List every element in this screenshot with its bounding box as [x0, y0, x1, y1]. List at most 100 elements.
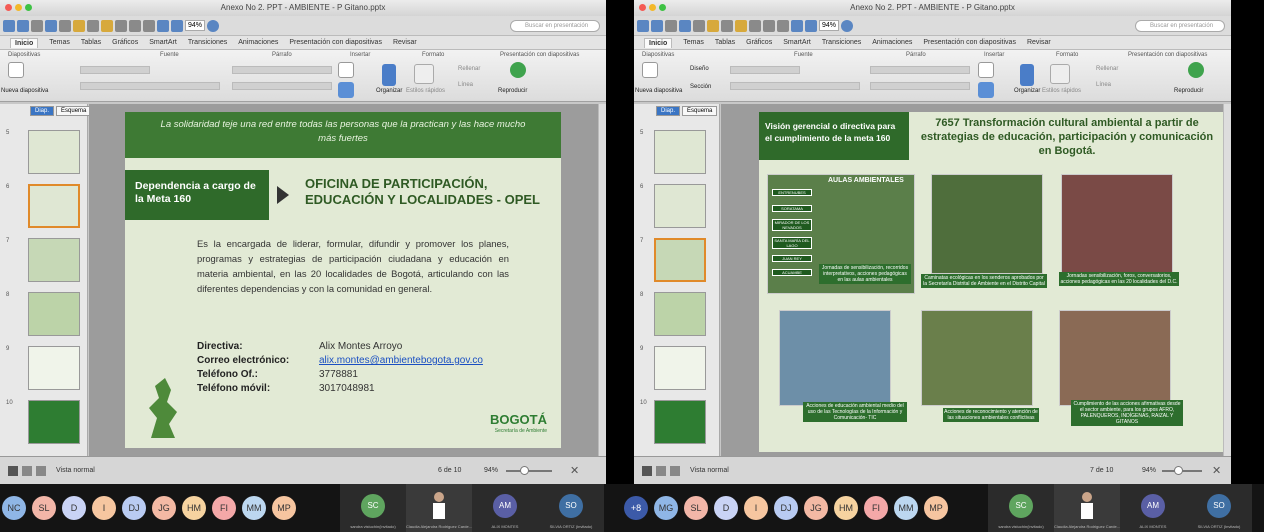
tab-presentacion[interactable]: Presentación con diapositivas: [289, 39, 382, 46]
participant-avatar[interactable]: DJ: [774, 496, 798, 520]
arrange-icon[interactable]: [1020, 64, 1034, 86]
new-slide-icon[interactable]: [642, 62, 658, 78]
tab-revisar[interactable]: Revisar: [1027, 39, 1051, 46]
cut-icon[interactable]: [707, 19, 719, 32]
sidebar-icon[interactable]: [805, 19, 817, 32]
email-link[interactable]: alix.montes@ambientebogota.gov.co: [319, 354, 483, 368]
more-participants-badge[interactable]: +8: [624, 496, 648, 520]
quick-styles-button[interactable]: Estilos rápidos: [1042, 88, 1081, 94]
tab-presentacion[interactable]: Presentación con diapositivas: [923, 39, 1016, 46]
paragraph-row[interactable]: [870, 66, 970, 74]
slide-thumbnail-6[interactable]: [654, 184, 706, 228]
zoom-select[interactable]: 94%: [185, 20, 206, 31]
tab-inicio[interactable]: Inicio: [10, 37, 39, 48]
participant-avatar[interactable]: MM: [242, 496, 266, 520]
participant-avatar[interactable]: SL: [684, 496, 708, 520]
play-button[interactable]: Reproducir: [498, 88, 527, 94]
participant-avatar[interactable]: MM: [894, 496, 918, 520]
arrange-button[interactable]: Organizar: [376, 88, 402, 94]
vertical-scrollbar[interactable]: [598, 104, 606, 456]
open-icon[interactable]: [31, 19, 43, 32]
font-format-row[interactable]: [80, 82, 220, 90]
video-tile[interactable]: SO SILVIA ORTIZ (Invitado): [538, 484, 604, 532]
line-button[interactable]: Línea: [1096, 82, 1111, 88]
notes-view-icon[interactable]: [670, 466, 680, 476]
new-slide-button[interactable]: Nueva diapositiva: [635, 88, 682, 94]
fill-button[interactable]: Rellenar: [458, 66, 480, 72]
tab-graficos[interactable]: Gráficos: [746, 39, 772, 46]
gallery-icon[interactable]: [157, 19, 169, 32]
sidebar-icon[interactable]: [171, 19, 183, 32]
textbox-icon[interactable]: [978, 62, 994, 78]
gallery-icon[interactable]: [791, 19, 803, 32]
video-tile[interactable]: SC sandra vistuchin(invitado): [340, 484, 406, 532]
slide-thumbnail-7[interactable]: [654, 238, 706, 282]
participant-avatar[interactable]: FI: [864, 496, 888, 520]
minimize-window-button[interactable]: [649, 4, 656, 11]
new-slide-icon[interactable]: [8, 62, 24, 78]
fit-window-icon[interactable]: ✕: [570, 464, 579, 477]
alignment-row[interactable]: [870, 82, 970, 90]
participant-avatar[interactable]: D: [714, 496, 738, 520]
font-format-row[interactable]: [730, 82, 860, 90]
textbox-icon[interactable]: [338, 62, 354, 78]
zoom-window-button[interactable]: [25, 4, 32, 11]
alignment-row[interactable]: [232, 82, 332, 90]
play-button[interactable]: Reproducir: [1174, 88, 1203, 94]
video-tile[interactable]: Claudia Alejandra Rodriguez Carde...: [1054, 484, 1120, 532]
fit-window-icon[interactable]: ✕: [1212, 464, 1221, 477]
paste-icon[interactable]: [101, 19, 113, 32]
slide-thumbnail-8[interactable]: [654, 292, 706, 336]
participant-avatar[interactable]: DJ: [122, 496, 146, 520]
normal-view-icon[interactable]: [8, 466, 18, 476]
slide-6[interactable]: La solidaridad teje una red entre todas …: [125, 112, 561, 448]
slide-thumbnail-8[interactable]: [28, 292, 80, 336]
search-input[interactable]: Buscar en presentación: [1135, 20, 1225, 32]
undo-icon[interactable]: [129, 19, 141, 32]
tab-temas[interactable]: Temas: [683, 39, 704, 46]
tab-revisar[interactable]: Revisar: [393, 39, 417, 46]
slide-thumbnail-10[interactable]: [654, 400, 706, 444]
shape-icon[interactable]: [978, 82, 994, 98]
tab-outline[interactable]: Esquema: [56, 106, 92, 116]
tab-slides[interactable]: Diap.: [656, 106, 681, 116]
tab-smartart[interactable]: SmartArt: [149, 39, 177, 46]
slide-thumbnail-5[interactable]: [28, 130, 80, 174]
tab-graficos[interactable]: Gráficos: [112, 39, 138, 46]
print-icon[interactable]: [693, 19, 705, 32]
tab-slides[interactable]: Diap.: [30, 106, 55, 116]
participant-avatar[interactable]: JG: [804, 496, 828, 520]
redo-icon[interactable]: [777, 19, 789, 32]
participant-avatar[interactable]: I: [744, 496, 768, 520]
save-icon[interactable]: [679, 19, 691, 32]
quick-styles-icon[interactable]: [414, 64, 434, 84]
slide-thumbnail-6[interactable]: [28, 184, 80, 228]
save-icon[interactable]: [45, 19, 57, 32]
quick-styles-button[interactable]: Estilos rápidos: [406, 88, 445, 94]
font-select[interactable]: [730, 66, 800, 74]
video-tile[interactable]: Claudia Alejandra Rodriguez Carde...: [406, 484, 472, 532]
templates-icon[interactable]: [651, 19, 663, 32]
tab-tablas[interactable]: Tablas: [81, 39, 101, 46]
fill-button[interactable]: Rellenar: [1096, 66, 1118, 72]
play-icon[interactable]: [1188, 62, 1204, 78]
tab-transiciones[interactable]: Transiciones: [188, 39, 227, 46]
video-tile[interactable]: SO SILVIA ORTIZ (Invitado): [1186, 484, 1252, 532]
participant-avatar[interactable]: NC: [2, 496, 26, 520]
format-painter-icon[interactable]: [749, 19, 761, 32]
layout-button[interactable]: Diseño: [690, 66, 709, 72]
quick-styles-icon[interactable]: [1050, 64, 1070, 84]
participant-avatar[interactable]: I: [92, 496, 116, 520]
participant-avatar[interactable]: MP: [924, 496, 948, 520]
paragraph-row[interactable]: [232, 66, 332, 74]
normal-view-icon[interactable]: [642, 466, 652, 476]
notes-view-icon[interactable]: [36, 466, 46, 476]
new-slide-button[interactable]: Nueva diapositiva: [1, 88, 48, 94]
participant-avatar[interactable]: HM: [834, 496, 858, 520]
vertical-scrollbar[interactable]: [1223, 104, 1231, 456]
tab-inicio[interactable]: Inicio: [644, 37, 673, 48]
font-select[interactable]: [80, 66, 150, 74]
new-icon[interactable]: [637, 19, 649, 32]
cut-icon[interactable]: [73, 19, 85, 32]
play-icon[interactable]: [510, 62, 526, 78]
